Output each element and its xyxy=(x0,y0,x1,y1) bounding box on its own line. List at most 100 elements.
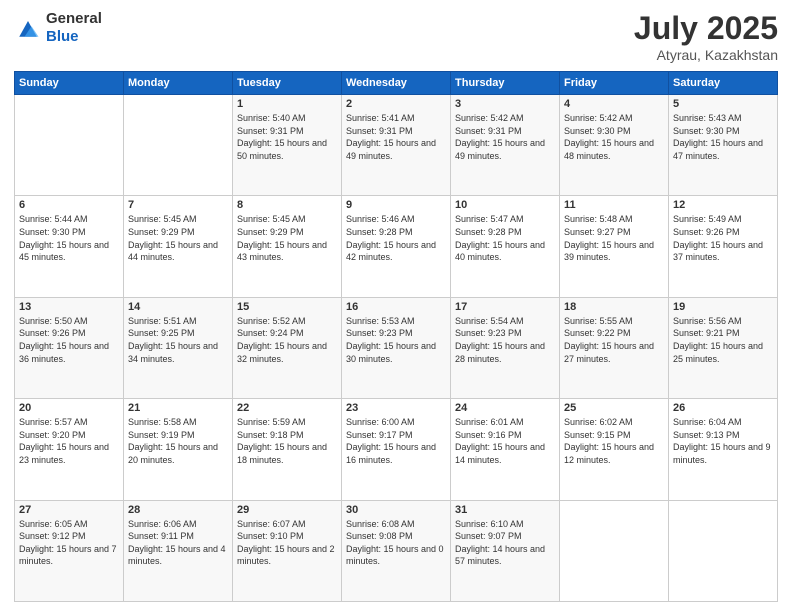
day-detail: Sunrise: 5:46 AMSunset: 9:28 PMDaylight:… xyxy=(346,213,446,263)
day-number: 30 xyxy=(346,504,446,516)
day-cell: 30 Sunrise: 6:08 AMSunset: 9:08 PMDayligh… xyxy=(342,500,451,601)
day-detail: Sunrise: 6:01 AMSunset: 9:16 PMDaylight:… xyxy=(455,416,555,466)
day-detail: Sunrise: 5:44 AMSunset: 9:30 PMDaylight:… xyxy=(19,213,119,263)
location: Atyrau, Kazakhstan xyxy=(634,47,778,63)
day-cell: 21Sunrise: 5:58 AMSunset: 9:19 PMDayligh… xyxy=(124,399,233,500)
day-cell: 16 Sunrise: 5:53 AMSunset: 9:23 PMDayligh… xyxy=(342,297,451,398)
day-cell xyxy=(15,95,124,196)
day-cell: 10 Sunrise: 5:47 AMSunset: 9:28 PMDayligh… xyxy=(451,196,560,297)
week-row-1: 1 Sunrise: 5:40 AMSunset: 9:31 PMDaylight… xyxy=(15,95,778,196)
day-number: 18 xyxy=(564,301,664,313)
day-cell: 22 Sunrise: 5:59 AMSunset: 9:18 PMDayligh… xyxy=(233,399,342,500)
day-number: 15 xyxy=(237,301,337,313)
day-cell: 3 Sunrise: 5:42 AMSunset: 9:31 PMDaylight… xyxy=(451,95,560,196)
day-detail: Sunrise: 5:45 AMSunset: 9:29 PMDaylight:… xyxy=(237,213,337,263)
weekday-header-tuesday: Tuesday xyxy=(233,72,342,95)
day-cell: 24 Sunrise: 6:01 AMSunset: 9:16 PMDayligh… xyxy=(451,399,560,500)
day-detail: Sunrise: 6:08 AMSunset: 9:08 PMDaylight:… xyxy=(346,518,446,568)
day-number: 10 xyxy=(455,199,555,211)
calendar-table: SundayMondayTuesdayWednesdayThursdayFrid… xyxy=(14,71,778,602)
day-number: 14 xyxy=(128,301,228,313)
day-number: 12 xyxy=(673,199,773,211)
day-detail: Sunrise: 5:51 AMSunset: 9:25 PMDaylight:… xyxy=(128,315,228,365)
day-detail: Sunrise: 5:54 AMSunset: 9:23 PMDaylight:… xyxy=(455,315,555,365)
day-number: 24 xyxy=(455,402,555,414)
month-year: July 2025 xyxy=(634,10,778,47)
week-row-5: 27 Sunrise: 6:05 AMSunset: 9:12 PMDayligh… xyxy=(15,500,778,601)
day-number: 27 xyxy=(19,504,119,516)
day-cell: 12 Sunrise: 5:49 AMSunset: 9:26 PMDayligh… xyxy=(669,196,778,297)
title-block: July 2025 Atyrau, Kazakhstan xyxy=(634,10,778,63)
weekday-header-row: SundayMondayTuesdayWednesdayThursdayFrid… xyxy=(15,72,778,95)
day-detail: Sunrise: 5:56 AMSunset: 9:21 PMDaylight:… xyxy=(673,315,773,365)
day-number: 11 xyxy=(564,199,664,211)
day-detail: Sunrise: 5:52 AMSunset: 9:24 PMDaylight:… xyxy=(237,315,337,365)
day-detail: Sunrise: 5:43 AMSunset: 9:30 PMDaylight:… xyxy=(673,112,773,162)
day-cell: 23 Sunrise: 6:00 AMSunset: 9:17 PMDayligh… xyxy=(342,399,451,500)
day-detail: Sunrise: 6:05 AMSunset: 9:12 PMDaylight:… xyxy=(19,518,119,568)
day-detail: Sunrise: 5:49 AMSunset: 9:26 PMDaylight:… xyxy=(673,213,773,263)
day-cell: 5 Sunrise: 5:43 AMSunset: 9:30 PMDaylight… xyxy=(669,95,778,196)
day-number: 31 xyxy=(455,504,555,516)
day-cell xyxy=(124,95,233,196)
week-row-3: 13Sunrise: 5:50 AMSunset: 9:26 PMDayligh… xyxy=(15,297,778,398)
day-number: 3 xyxy=(455,98,555,110)
day-detail: Sunrise: 5:45 AMSunset: 9:29 PMDaylight:… xyxy=(128,213,228,263)
day-detail: Sunrise: 5:59 AMSunset: 9:18 PMDaylight:… xyxy=(237,416,337,466)
weekday-header-sunday: Sunday xyxy=(15,72,124,95)
day-number: 21 xyxy=(128,402,228,414)
day-number: 19 xyxy=(673,301,773,313)
day-cell: 19 Sunrise: 5:56 AMSunset: 9:21 PMDayligh… xyxy=(669,297,778,398)
weekday-header-thursday: Thursday xyxy=(451,72,560,95)
day-cell: 1 Sunrise: 5:40 AMSunset: 9:31 PMDaylight… xyxy=(233,95,342,196)
day-cell: 17Sunrise: 5:54 AMSunset: 9:23 PMDayligh… xyxy=(451,297,560,398)
day-number: 2 xyxy=(346,98,446,110)
day-cell: 13Sunrise: 5:50 AMSunset: 9:26 PMDayligh… xyxy=(15,297,124,398)
day-cell: 6 Sunrise: 5:44 AMSunset: 9:30 PMDaylight… xyxy=(15,196,124,297)
day-number: 29 xyxy=(237,504,337,516)
day-cell: 4 Sunrise: 5:42 AMSunset: 9:30 PMDaylight… xyxy=(560,95,669,196)
day-cell: 28 Sunrise: 6:06 AMSunset: 9:11 PMDayligh… xyxy=(124,500,233,601)
day-number: 22 xyxy=(237,402,337,414)
day-cell: 18Sunrise: 5:55 AMSunset: 9:22 PMDayligh… xyxy=(560,297,669,398)
day-detail: Sunrise: 5:42 AMSunset: 9:30 PMDaylight:… xyxy=(564,112,664,162)
day-detail: Sunrise: 6:06 AMSunset: 9:11 PMDaylight:… xyxy=(128,518,228,568)
day-detail: Sunrise: 5:50 AMSunset: 9:26 PMDaylight:… xyxy=(19,315,119,365)
day-cell: 9Sunrise: 5:46 AMSunset: 9:28 PMDaylight… xyxy=(342,196,451,297)
day-detail: Sunrise: 5:57 AMSunset: 9:20 PMDaylight:… xyxy=(19,416,119,466)
day-detail: Sunrise: 6:10 AMSunset: 9:07 PMDaylight:… xyxy=(455,518,555,568)
day-number: 26 xyxy=(673,402,773,414)
day-number: 5 xyxy=(673,98,773,110)
day-cell: 29 Sunrise: 6:07 AMSunset: 9:10 PMDayligh… xyxy=(233,500,342,601)
day-cell xyxy=(560,500,669,601)
day-detail: Sunrise: 6:02 AMSunset: 9:15 PMDaylight:… xyxy=(564,416,664,466)
day-detail: Sunrise: 5:41 AMSunset: 9:31 PMDaylight:… xyxy=(346,112,446,162)
logo-icon xyxy=(14,14,42,42)
day-cell: 20 Sunrise: 5:57 AMSunset: 9:20 PMDayligh… xyxy=(15,399,124,500)
day-number: 16 xyxy=(346,301,446,313)
day-cell: 25Sunrise: 6:02 AMSunset: 9:15 PMDayligh… xyxy=(560,399,669,500)
day-detail: Sunrise: 6:07 AMSunset: 9:10 PMDaylight:… xyxy=(237,518,337,568)
day-cell xyxy=(669,500,778,601)
day-number: 23 xyxy=(346,402,446,414)
day-number: 7 xyxy=(128,199,228,211)
day-number: 20 xyxy=(19,402,119,414)
day-detail: Sunrise: 5:53 AMSunset: 9:23 PMDaylight:… xyxy=(346,315,446,365)
day-cell: 11 Sunrise: 5:48 AMSunset: 9:27 PMDayligh… xyxy=(560,196,669,297)
day-cell: 31 Sunrise: 6:10 AMSunset: 9:07 PMDayligh… xyxy=(451,500,560,601)
day-number: 28 xyxy=(128,504,228,516)
weekday-header-friday: Friday xyxy=(560,72,669,95)
day-number: 4 xyxy=(564,98,664,110)
day-detail: Sunrise: 5:42 AMSunset: 9:31 PMDaylight:… xyxy=(455,112,555,162)
logo-text: General Blue xyxy=(46,10,102,46)
day-detail: Sunrise: 5:47 AMSunset: 9:28 PMDaylight:… xyxy=(455,213,555,263)
day-cell: 7 Sunrise: 5:45 AMSunset: 9:29 PMDaylight… xyxy=(124,196,233,297)
logo: General Blue xyxy=(14,10,102,46)
day-number: 6 xyxy=(19,199,119,211)
day-number: 1 xyxy=(237,98,337,110)
day-detail: Sunrise: 5:48 AMSunset: 9:27 PMDaylight:… xyxy=(564,213,664,263)
day-cell: 26Sunrise: 6:04 AMSunset: 9:13 PMDayligh… xyxy=(669,399,778,500)
day-detail: Sunrise: 6:00 AMSunset: 9:17 PMDaylight:… xyxy=(346,416,446,466)
day-detail: Sunrise: 5:40 AMSunset: 9:31 PMDaylight:… xyxy=(237,112,337,162)
day-cell: 15 Sunrise: 5:52 AMSunset: 9:24 PMDayligh… xyxy=(233,297,342,398)
